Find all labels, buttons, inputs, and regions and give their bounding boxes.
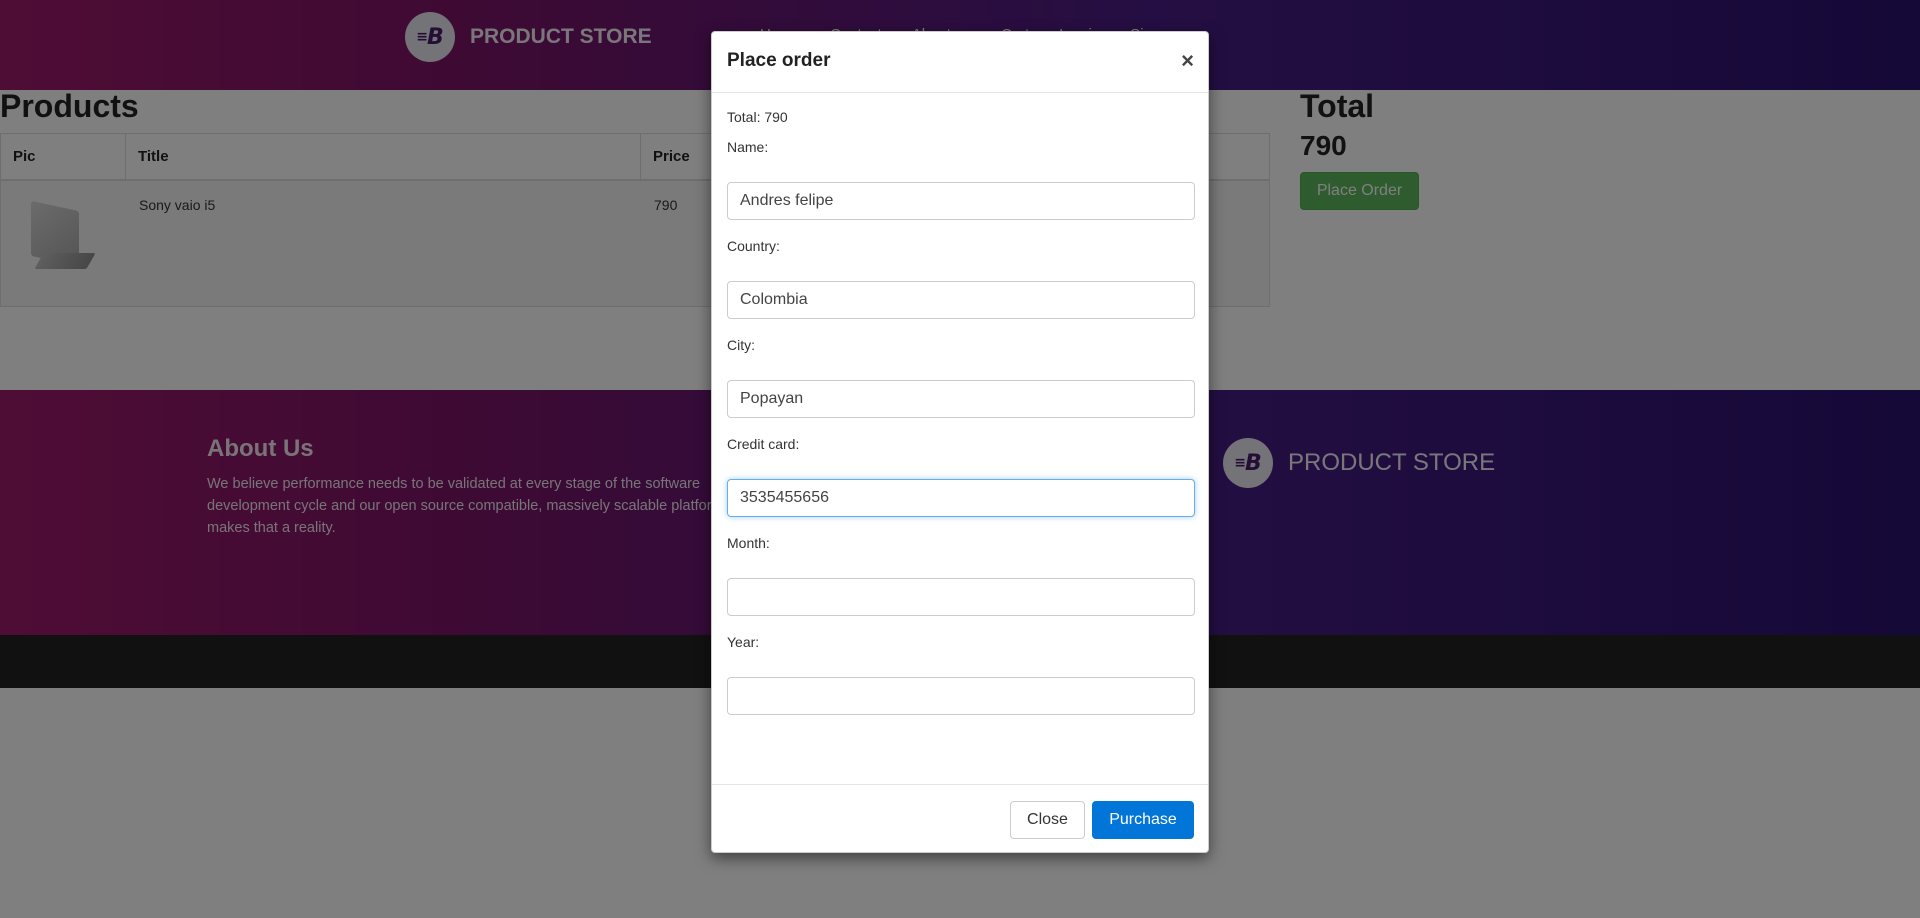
close-button[interactable]: Close — [1010, 801, 1085, 839]
name-field[interactable] — [727, 182, 1195, 220]
country-label: Country: — [727, 238, 780, 254]
order-total: Total: 790 — [727, 109, 788, 125]
city-field[interactable] — [727, 380, 1195, 418]
close-icon[interactable]: × — [1181, 48, 1194, 74]
country-field[interactable] — [727, 281, 1195, 319]
credit-card-label: Credit card: — [727, 436, 800, 452]
place-order-modal: Place order × Total: 790 Name: Country: … — [711, 31, 1209, 853]
name-label: Name: — [727, 139, 769, 155]
month-field[interactable] — [727, 578, 1195, 616]
credit-card-field[interactable] — [727, 479, 1195, 517]
city-label: City: — [727, 337, 755, 353]
month-label: Month: — [727, 535, 770, 551]
year-field[interactable] — [727, 677, 1195, 715]
year-label: Year: — [727, 634, 760, 650]
modal-header: Place order × — [712, 32, 1208, 93]
modal-title: Place order — [727, 50, 831, 71]
purchase-button[interactable]: Purchase — [1092, 801, 1194, 839]
modal-footer: Close Purchase — [712, 784, 1208, 853]
